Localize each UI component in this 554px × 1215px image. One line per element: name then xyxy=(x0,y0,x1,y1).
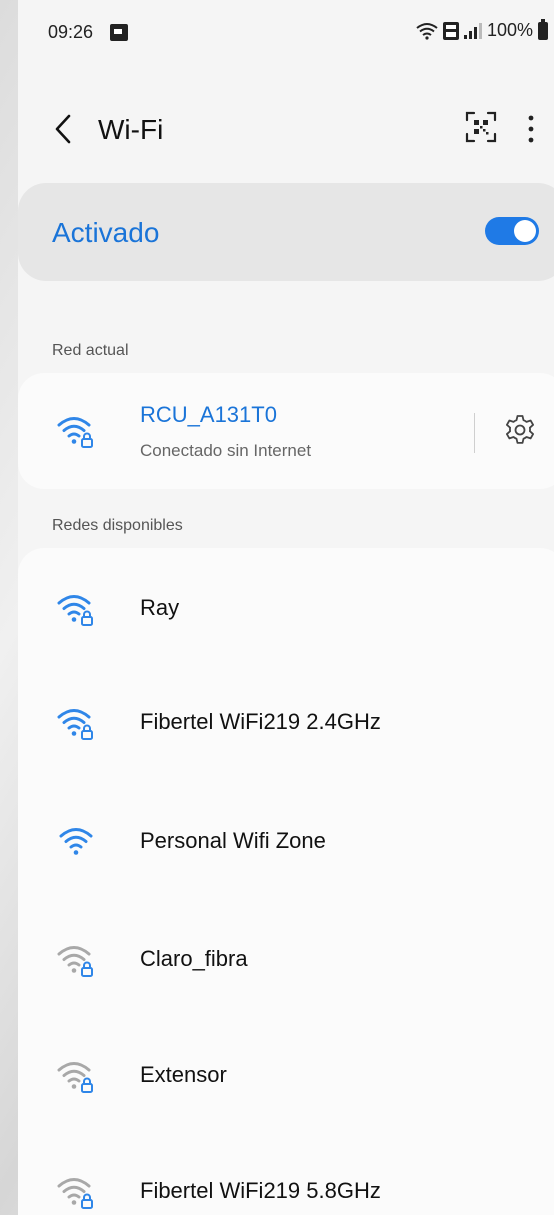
network-row[interactable]: Extensor xyxy=(18,1036,554,1116)
network-row[interactable]: Claro_fibra xyxy=(18,920,554,1000)
wifi-master-switch-row[interactable]: Activado xyxy=(18,183,554,281)
status-bar: 09:26 100% xyxy=(18,0,554,62)
divider xyxy=(474,413,475,453)
current-network-name: RCU_A131T0 xyxy=(140,402,277,427)
page-title: Wi-Fi xyxy=(98,114,164,145)
network-name: Extensor xyxy=(140,1062,227,1087)
network-name: Ray xyxy=(140,595,180,620)
volte-4g-icon xyxy=(442,21,459,40)
gear-icon[interactable] xyxy=(503,413,537,447)
gallery-notification-icon xyxy=(110,24,128,41)
signal-icon xyxy=(463,22,482,39)
status-time: 09:26 xyxy=(48,22,94,42)
wifi-secured-icon xyxy=(56,413,96,449)
wifi-switch-label: Activado xyxy=(52,217,160,248)
app-header: Wi-Fi xyxy=(18,100,554,160)
wifi-open-icon xyxy=(56,824,96,860)
wifi-settings-screen: 09:26 100% Wi-Fi Activado Red actual RCU… xyxy=(18,0,554,1215)
network-row[interactable]: Fibertel WiFi219 5.8GHz xyxy=(18,1152,554,1215)
wifi-toggle-switch[interactable] xyxy=(485,217,539,245)
battery-percent: 100% xyxy=(486,20,533,40)
network-row[interactable]: Fibertel WiFi219 2.4GHz xyxy=(18,683,554,763)
status-indicators: 100% xyxy=(416,18,548,41)
network-name: Fibertel WiFi219 2.4GHz xyxy=(140,709,381,734)
wifi-secured-icon xyxy=(56,942,96,978)
more-options-icon[interactable] xyxy=(524,114,538,144)
network-row[interactable]: Ray xyxy=(18,569,554,649)
battery-icon xyxy=(538,18,548,40)
network-name: Fibertel WiFi219 5.8GHz xyxy=(140,1178,381,1203)
wifi-secured-icon xyxy=(56,1058,96,1094)
network-name: Personal Wifi Zone xyxy=(140,828,326,853)
back-arrow-icon[interactable] xyxy=(52,112,76,146)
wifi-secured-icon xyxy=(56,705,96,741)
current-network-card[interactable]: RCU_A131T0 Conectado sin Internet xyxy=(18,373,554,489)
network-name: Claro_fibra xyxy=(140,946,248,971)
toggle-knob xyxy=(514,220,536,242)
current-network-section-label: Red actual xyxy=(52,342,129,359)
wifi-secured-icon xyxy=(56,1174,96,1210)
network-row[interactable]: Personal Wifi Zone xyxy=(18,802,554,882)
wifi-status-icon xyxy=(416,22,438,40)
available-networks-section-label: Redes disponibles xyxy=(52,517,183,534)
available-networks-list: Ray Fibertel WiFi219 2.4GHz Personal Wif… xyxy=(18,548,554,1215)
wifi-secured-icon xyxy=(56,591,96,627)
current-network-status: Conectado sin Internet xyxy=(140,441,312,460)
qr-code-scan-icon[interactable] xyxy=(464,110,498,144)
